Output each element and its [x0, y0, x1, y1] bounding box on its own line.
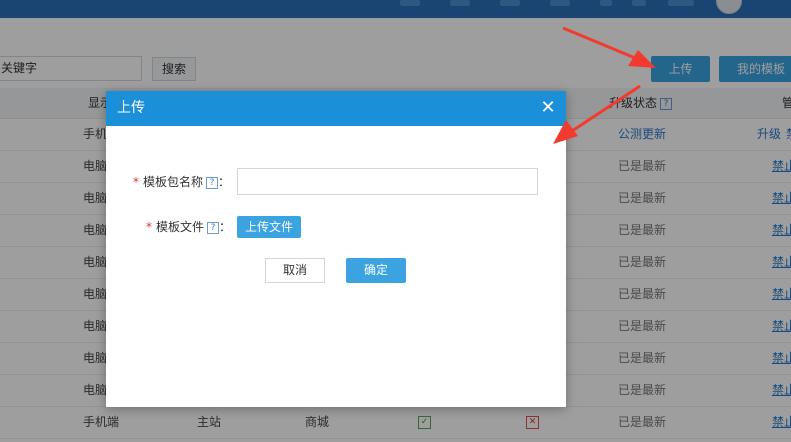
annotation-arrows [553, 26, 656, 144]
arrow-to-dialog [553, 84, 641, 144]
arrow-to-upload-button [562, 26, 656, 68]
